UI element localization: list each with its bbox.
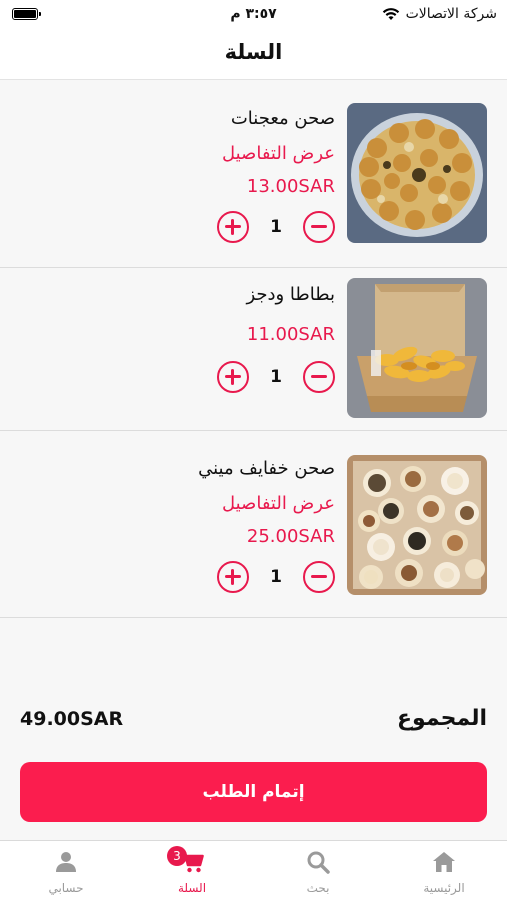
tab-home[interactable]: الرئيسية: [381, 841, 507, 900]
quantity-stepper: 1: [217, 211, 335, 245]
search-icon: [307, 851, 330, 874]
page-title: السلة: [224, 40, 283, 64]
item-price: 25.00SAR: [246, 526, 335, 547]
quantity-stepper: 1: [217, 361, 335, 395]
total-value: 49.00SAR: [20, 708, 124, 730]
cart-list: صحن معجنات عرض التفاصيل 13.00SAR 1 بطاطا…: [0, 81, 507, 618]
item-name: بطاطا ودجز: [246, 284, 335, 305]
cart-item: صحن خفايف ميني عرض التفاصيل 25.00SAR 1: [0, 431, 507, 618]
view-details-link[interactable]: عرض التفاصيل: [222, 493, 335, 514]
item-quantity: 1: [270, 567, 282, 587]
increase-quantity-button[interactable]: [217, 361, 249, 393]
decrease-quantity-button[interactable]: [303, 561, 335, 593]
page-header: السلة: [0, 32, 507, 80]
item-quantity: 1: [270, 217, 282, 237]
item-name: صحن خفايف ميني: [198, 458, 335, 479]
tab-account[interactable]: حسابي: [3, 841, 129, 900]
tab-bar: الرئيسية بحث 3 السلة حسابي: [0, 840, 507, 900]
home-icon: [433, 852, 455, 872]
tab-search[interactable]: بحث: [255, 841, 381, 900]
item-quantity: 1: [270, 367, 282, 387]
person-icon: [56, 852, 76, 872]
decrease-quantity-button[interactable]: [303, 211, 335, 243]
cart-item: بطاطا ودجز 11.00SAR 1: [0, 268, 507, 431]
tab-label: حسابي: [48, 881, 84, 895]
decrease-quantity-button[interactable]: [303, 361, 335, 393]
increase-quantity-button[interactable]: [217, 561, 249, 593]
checkout-button[interactable]: إتمام الطلب: [20, 762, 487, 822]
cart-count-badge: 3: [167, 846, 187, 866]
tab-cart[interactable]: 3 السلة: [129, 841, 255, 900]
wifi-icon: [382, 8, 399, 20]
item-price: 13.00SAR: [246, 176, 335, 197]
increase-quantity-button[interactable]: [217, 211, 249, 243]
cart-item: صحن معجنات عرض التفاصيل 13.00SAR 1: [0, 81, 507, 268]
potato-wedges-box-image: [347, 278, 487, 418]
item-name: صحن معجنات: [230, 108, 335, 129]
minus-icon: [311, 225, 327, 228]
carrier-name: شركة الاتصالات: [405, 6, 497, 22]
quantity-stepper: 1: [217, 561, 335, 595]
tab-label: بحث: [306, 881, 330, 895]
mini-pies-tray-image: [347, 455, 487, 595]
total-label: المجموع: [397, 706, 487, 731]
item-price: 11.00SAR: [246, 324, 335, 345]
tab-label: السلة: [177, 881, 207, 895]
tab-label: الرئيسية: [423, 881, 465, 895]
carrier-info: شركة الاتصالات: [382, 6, 497, 22]
view-details-link[interactable]: عرض التفاصيل: [222, 143, 335, 164]
pastries-plate-image: [347, 103, 487, 243]
status-bar: ٣:٥٧ م شركة الاتصالات: [0, 0, 507, 32]
minus-icon: [311, 375, 327, 378]
minus-icon: [311, 575, 327, 578]
